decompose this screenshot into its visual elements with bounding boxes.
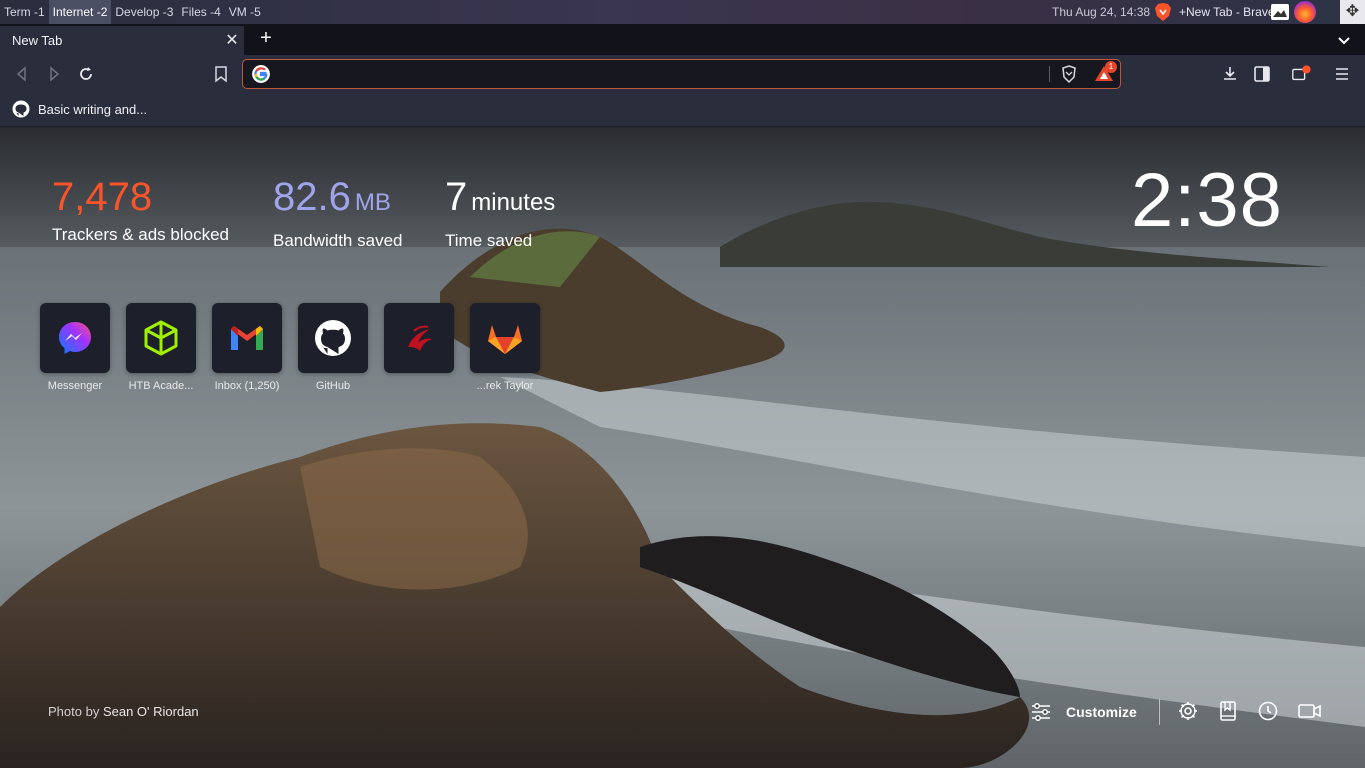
- active-window-title[interactable]: +New Tab - Brave: [1179, 0, 1275, 24]
- site-tile[interactable]: [212, 303, 282, 373]
- top-site-dragon[interactable]: [379, 303, 459, 380]
- site-label: ...rek Taylor: [476, 380, 534, 392]
- trackers-count: 7,478: [52, 175, 153, 219]
- top-site-gitlab[interactable]: ...rek Taylor: [465, 303, 545, 392]
- tab-title: New Tab: [12, 33, 63, 48]
- address-bar[interactable]: 1: [242, 59, 1121, 89]
- wallet-icon[interactable]: [1291, 64, 1311, 84]
- github-icon: [12, 100, 30, 118]
- bandwidth-value: 82.6: [273, 175, 351, 219]
- photo-credit-prefix: Photo by: [48, 704, 100, 719]
- close-tab-icon[interactable]: ✕: [224, 30, 240, 50]
- top-site-gmail[interactable]: Inbox (1,250): [207, 303, 287, 392]
- brave-shields-icon[interactable]: [1059, 64, 1079, 84]
- forward-icon[interactable]: [44, 64, 64, 84]
- photo-credit: Photo by Sean O' Riordan: [48, 704, 199, 719]
- url-divider: [1049, 66, 1050, 82]
- google-icon: [252, 65, 270, 83]
- rewards-badge: 1: [1105, 61, 1117, 73]
- bookmarks-manager-icon[interactable]: [1217, 700, 1239, 722]
- time-unit: minutes: [471, 189, 556, 216]
- site-tile[interactable]: [40, 303, 110, 373]
- tab-new-tab[interactable]: New Tab ✕: [0, 26, 244, 55]
- workspace-develop[interactable]: Develop -3: [111, 0, 177, 24]
- workspace-internet[interactable]: Internet -2: [48, 0, 112, 24]
- top-site-messenger[interactable]: Messenger: [35, 303, 115, 392]
- trackers-label: Trackers & ads blocked: [52, 225, 229, 244]
- htb-icon: [144, 320, 178, 356]
- footer-divider: [1159, 699, 1160, 725]
- os-top-panel: Term -1 Internet -2 Develop -3 Files -4 …: [0, 0, 1365, 24]
- new-tab-page: 7,478 Trackers & ads blocked 82.6 MB Band…: [0, 127, 1365, 768]
- site-label: GitHub: [315, 380, 351, 392]
- bookmark-label: Basic writing and...: [38, 101, 148, 117]
- sliders-icon: [1032, 703, 1050, 721]
- os-clock[interactable]: Thu Aug 24, 14:38: [1052, 0, 1150, 24]
- workspace-term[interactable]: Term -1: [0, 0, 49, 24]
- workspace-vm[interactable]: VM -5: [225, 0, 265, 24]
- site-label: HTB Acade...: [128, 380, 194, 392]
- tab-strip: New Tab ✕ +: [0, 24, 1365, 55]
- bandwidth-unit: MB: [354, 189, 391, 216]
- top-site-github[interactable]: GitHub: [293, 303, 373, 392]
- chevron-down-icon[interactable]: [1334, 30, 1354, 50]
- browser-toolbar: 1: [0, 55, 1365, 93]
- photo-author-link[interactable]: Sean O' Riordan: [103, 704, 199, 719]
- ntp-clock: 2:38: [1131, 158, 1283, 243]
- site-tile[interactable]: [384, 303, 454, 373]
- github-icon: [315, 320, 351, 356]
- site-tile[interactable]: [126, 303, 196, 373]
- customize-label: Customize: [1066, 704, 1137, 720]
- messenger-icon: [59, 322, 91, 354]
- brave-lion-icon[interactable]: [1153, 2, 1173, 22]
- workspace-files[interactable]: Files -4: [177, 0, 224, 24]
- gitlab-icon: [488, 325, 522, 354]
- site-tile[interactable]: [298, 303, 368, 373]
- menu-icon[interactable]: [1332, 64, 1352, 84]
- gmail-icon: [231, 326, 263, 350]
- site-label: Inbox (1,250): [214, 380, 280, 392]
- settings-gear-icon[interactable]: [1177, 700, 1199, 722]
- time-value: 7: [445, 175, 468, 219]
- firefox-icon[interactable]: [1294, 1, 1316, 23]
- bookmarks-bar: Basic writing and...: [0, 93, 1365, 127]
- time-label: Time saved: [445, 231, 533, 250]
- reload-icon[interactable]: [76, 64, 96, 84]
- brave-rewards-button[interactable]: 1: [1093, 61, 1117, 84]
- stat-bandwidth: 82.6 MB Bandwidth saved: [273, 175, 402, 251]
- bandwidth-label: Bandwidth saved: [273, 231, 403, 250]
- stat-time: 7 minutes Time saved: [445, 175, 555, 251]
- customize-button[interactable]: Customize: [1030, 700, 1137, 724]
- brave-talk-video-icon[interactable]: [1297, 700, 1323, 722]
- sidebar-icon[interactable]: [1252, 64, 1272, 84]
- dragon-icon: [408, 325, 432, 351]
- history-icon[interactable]: [1257, 700, 1279, 722]
- url-input[interactable]: [277, 64, 1041, 86]
- bookmark-item[interactable]: Basic writing and...: [12, 99, 147, 119]
- new-tab-button[interactable]: +: [256, 28, 276, 49]
- top-site-htb[interactable]: HTB Acade...: [121, 303, 201, 392]
- site-label: Messenger: [47, 380, 103, 392]
- back-icon[interactable]: [12, 64, 32, 84]
- bookmark-icon[interactable]: [211, 64, 231, 84]
- stat-trackers: 7,478 Trackers & ads blocked: [52, 175, 229, 245]
- download-icon[interactable]: [1220, 64, 1240, 84]
- image-viewer-icon[interactable]: [1271, 4, 1289, 20]
- move-window-icon[interactable]: ✥: [1340, 0, 1365, 24]
- site-tile[interactable]: [470, 303, 540, 373]
